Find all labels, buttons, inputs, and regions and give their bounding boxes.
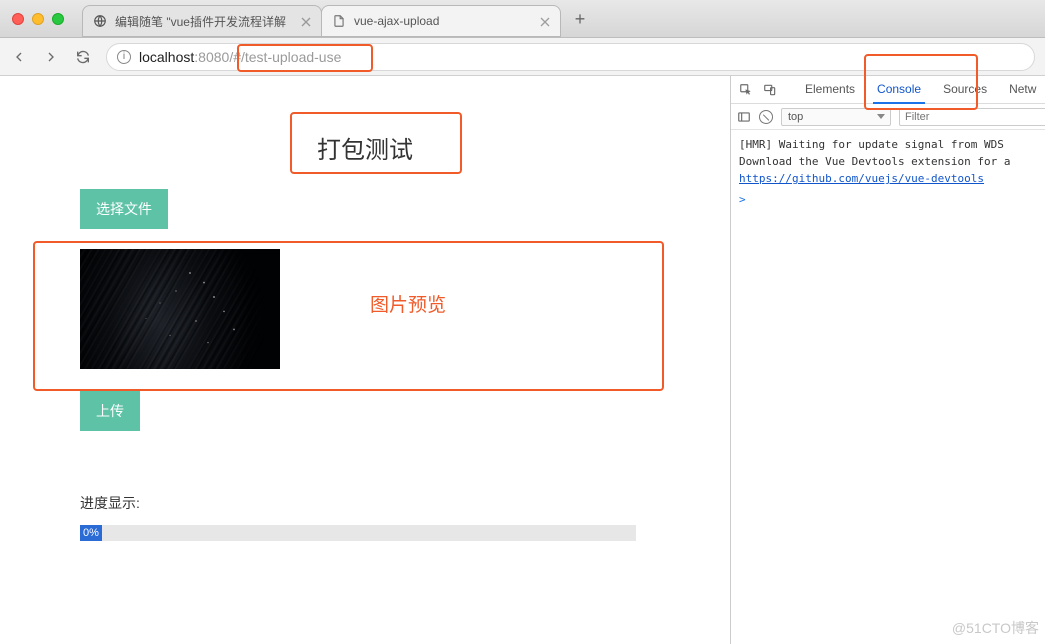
devtools-tab-console[interactable]: Console	[873, 76, 925, 104]
progress-section: 进度显示: 0%	[80, 493, 640, 541]
execution-context-select[interactable]: top	[781, 108, 891, 126]
inspect-element-icon[interactable]	[739, 82, 753, 97]
tab-2-title: vue-ajax-upload	[354, 14, 532, 28]
browser-tab-2[interactable]: vue-ajax-upload	[321, 5, 561, 37]
execution-context-value: top	[788, 111, 803, 123]
browser-tabs: 编辑随笔 "vue插件开发流程详解 vue-ajax-upload +	[82, 5, 594, 37]
minimize-window-button[interactable]	[32, 13, 44, 25]
page-content: 打包测试 选择文件 上传 进度显示: 0%	[0, 76, 730, 644]
url-text: localhost:8080/#/test-upload-use	[139, 49, 341, 65]
devtools-tab-network[interactable]: Netw	[1005, 76, 1040, 104]
image-preview	[80, 249, 280, 369]
tab-1-favicon	[93, 14, 107, 28]
devtools-tab-elements[interactable]: Elements	[801, 76, 859, 104]
site-info-icon[interactable]: i	[117, 50, 131, 64]
progress-label: 进度显示:	[80, 493, 640, 513]
upload-button[interactable]: 上传	[80, 391, 140, 431]
tab-2-favicon	[332, 14, 346, 28]
tab-1-close-icon[interactable]	[301, 16, 311, 26]
console-prompt[interactable]: >	[739, 191, 1037, 208]
url-port: :8080	[194, 49, 229, 65]
back-button[interactable]	[10, 48, 28, 66]
page-heading: 打包测试	[0, 130, 730, 165]
devtools-tabs: Elements Console Sources Netw	[801, 76, 1040, 104]
console-link[interactable]: https://github.com/vuejs/vue-devtools	[739, 172, 984, 185]
devtools-panel: Elements Console Sources Netw top [HMR] …	[730, 76, 1045, 644]
device-toolbar-icon[interactable]	[763, 82, 777, 97]
clear-console-icon[interactable]	[759, 109, 773, 124]
console-sidebar-icon[interactable]	[737, 109, 751, 124]
console-line: [HMR] Waiting for update signal from WDS	[739, 136, 1037, 153]
reload-button[interactable]	[74, 48, 92, 66]
console-line: Download the Vue Devtools extension for …	[739, 153, 1037, 170]
browser-tab-1[interactable]: 编辑随笔 "vue插件开发流程详解	[82, 5, 322, 37]
tab-1-title: 编辑随笔 "vue插件开发流程详解	[115, 13, 293, 30]
console-output: [HMR] Waiting for update signal from WDS…	[731, 130, 1045, 214]
forward-button[interactable]	[42, 48, 60, 66]
address-bar[interactable]: i localhost:8080/#/test-upload-use	[106, 43, 1035, 71]
watermark: @51CTO博客	[952, 618, 1039, 638]
maximize-window-button[interactable]	[52, 13, 64, 25]
progress-value: 0%	[80, 525, 102, 541]
progress-bar: 0%	[80, 525, 636, 541]
devtools-tabstrip: Elements Console Sources Netw	[731, 76, 1045, 104]
choose-file-button[interactable]: 选择文件	[80, 189, 168, 229]
close-window-button[interactable]	[12, 13, 24, 25]
url-path: /#/test-upload-use	[229, 49, 341, 65]
url-host: localhost	[139, 49, 194, 65]
devtools-tab-sources[interactable]: Sources	[939, 76, 991, 104]
window-controls	[12, 13, 64, 25]
window-titlebar: 编辑随笔 "vue插件开发流程详解 vue-ajax-upload +	[0, 0, 1045, 38]
browser-toolbar: i localhost:8080/#/test-upload-use	[0, 38, 1045, 76]
console-filter-input[interactable]	[899, 108, 1045, 126]
console-toolbar: top	[731, 104, 1045, 130]
tab-2-close-icon[interactable]	[540, 16, 550, 26]
new-tab-button[interactable]: +	[566, 5, 594, 33]
